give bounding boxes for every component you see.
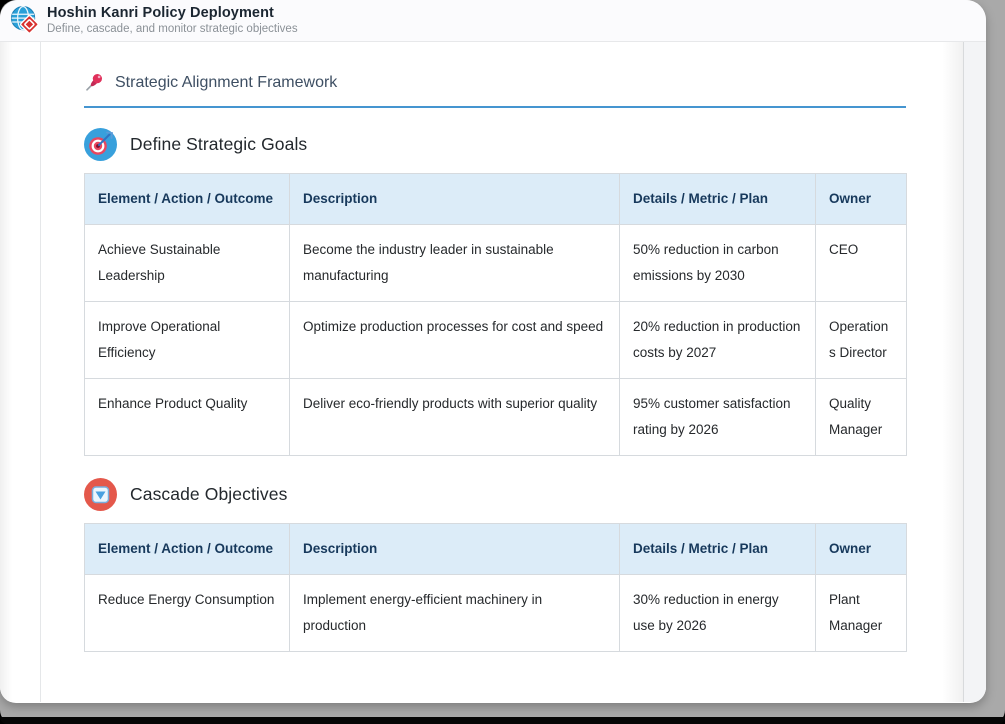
table-cell-details: 30% reduction in energy use by 2026	[620, 575, 816, 652]
table-cell-owner: Quality Manager	[816, 379, 907, 456]
app-logo-icon	[10, 5, 41, 36]
content-card: Strategic Alignment Framework Define Str…	[40, 42, 964, 702]
table-cell-description: Become the industry leader in sustainabl…	[290, 225, 620, 302]
table-row: Enhance Product Quality Deliver eco-frie…	[85, 379, 907, 456]
app-window: Hoshin Kanri Policy Deployment Define, c…	[0, 0, 986, 703]
screen-bottom-strip	[0, 717, 1005, 724]
window-subtitle: Define, cascade, and monitor strategic o…	[47, 24, 298, 36]
down-button-icon	[84, 478, 117, 511]
table-cell-description: Deliver eco-friendly products with super…	[290, 379, 620, 456]
target-icon	[84, 128, 117, 161]
title-divider	[84, 106, 906, 108]
column-header-owner: Owner	[816, 174, 907, 225]
objectives-section: Cascade Objectives Element / Action / Ou…	[84, 478, 906, 652]
table-cell-details: 50% reduction in carbon emissions by 203…	[620, 225, 816, 302]
table-cell-details: 95% customer satisfaction rating by 2026	[620, 379, 816, 456]
table-cell-owner: CEO	[816, 225, 907, 302]
table-header-row: Element / Action / Outcome Description D…	[85, 524, 907, 575]
pushpin-icon	[84, 72, 105, 93]
table-row: Improve Operational Efficiency Optimize …	[85, 302, 907, 379]
table-cell-description: Implement energy-efficient machinery in …	[290, 575, 620, 652]
table-row: Achieve Sustainable Leadership Become th…	[85, 225, 907, 302]
table-cell-element: Improve Operational Efficiency	[85, 302, 290, 379]
objectives-table: Element / Action / Outcome Description D…	[84, 173, 907, 456]
table-cell-element: Enhance Product Quality	[85, 379, 290, 456]
column-header-element: Element / Action / Outcome	[85, 174, 290, 225]
page-title: Strategic Alignment Framework	[115, 74, 337, 92]
column-header-element: Element / Action / Outcome	[85, 524, 290, 575]
scrollbar-track[interactable]	[964, 42, 986, 702]
window-titlebar: Hoshin Kanri Policy Deployment Define, c…	[0, 0, 986, 42]
table-cell-description: Optimize production processes for cost a…	[290, 302, 620, 379]
page-viewport: Strategic Alignment Framework Define Str…	[0, 42, 986, 702]
table-header-row: Element / Action / Outcome Description D…	[85, 174, 907, 225]
table-cell-owner: Plant Manager	[816, 575, 907, 652]
sections-container: Define Strategic Goals Element / Action …	[84, 128, 906, 652]
column-header-details: Details / Metric / Plan	[620, 174, 816, 225]
table-cell-element: Reduce Energy Consumption	[85, 575, 290, 652]
section-header: Cascade Objectives	[84, 478, 906, 511]
column-header-details: Details / Metric / Plan	[620, 524, 816, 575]
objectives-table: Element / Action / Outcome Description D…	[84, 523, 907, 652]
section-heading: Cascade Objectives	[130, 484, 287, 505]
section-icon	[84, 478, 117, 511]
table-cell-owner: Operations Director	[816, 302, 907, 379]
column-header-description: Description	[290, 174, 620, 225]
title-block: Hoshin Kanri Policy Deployment Define, c…	[47, 6, 298, 35]
window-title: Hoshin Kanri Policy Deployment	[47, 6, 298, 21]
page-title-row: Strategic Alignment Framework	[84, 72, 906, 93]
objectives-section: Define Strategic Goals Element / Action …	[84, 128, 906, 456]
table-cell-details: 20% reduction in production costs by 202…	[620, 302, 816, 379]
column-header-owner: Owner	[816, 524, 907, 575]
section-icon	[84, 128, 117, 161]
table-cell-element: Achieve Sustainable Leadership	[85, 225, 290, 302]
section-header: Define Strategic Goals	[84, 128, 906, 161]
table-row: Reduce Energy Consumption Implement ener…	[85, 575, 907, 652]
desktop-background: Hoshin Kanri Policy Deployment Define, c…	[0, 0, 1005, 724]
section-heading: Define Strategic Goals	[130, 134, 307, 155]
column-header-description: Description	[290, 524, 620, 575]
left-edge-shadow	[0, 42, 12, 702]
